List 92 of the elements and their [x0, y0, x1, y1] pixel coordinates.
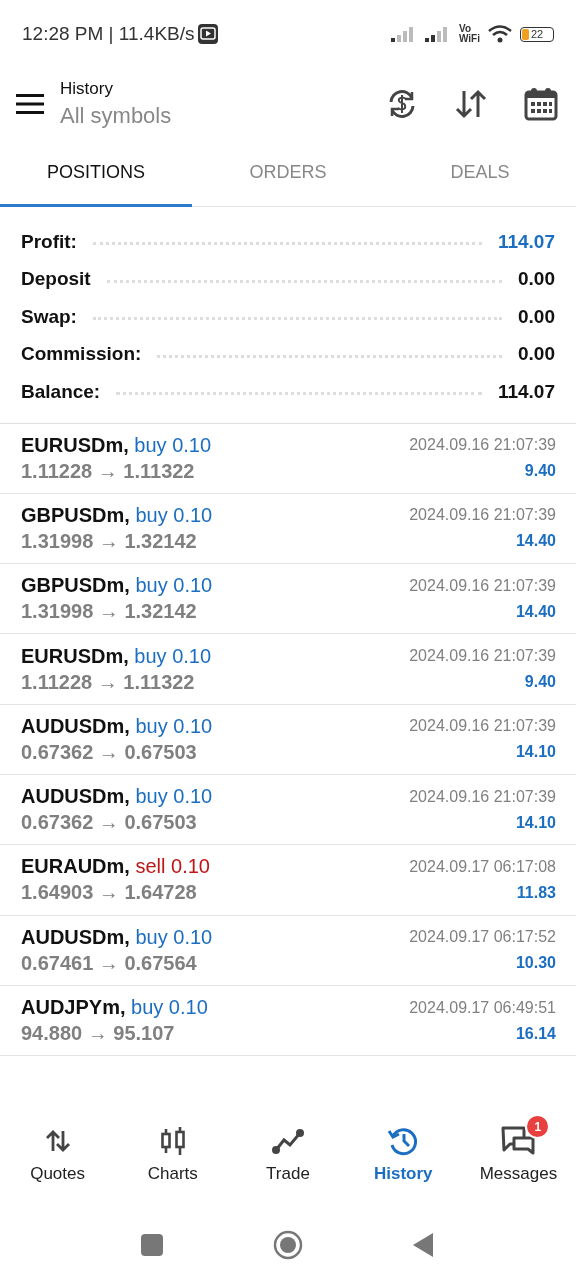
price-range: 1.31998 → 1.32142	[21, 529, 198, 553]
tab[interactable]: DEALS	[384, 140, 576, 207]
summary-label: Balance:	[21, 380, 101, 403]
position-row[interactable]: AUDUSDm, buy 0.10 0.67362 → 0.67503 2024.09.16 21:07:39 14.10	[0, 704, 576, 775]
symbol-label: AUDUSDm,	[21, 785, 130, 808]
candlestick-icon	[159, 1127, 186, 1155]
order-type: buy 0.10	[134, 433, 212, 456]
price-range: 94.880 → 95.107	[21, 1022, 176, 1045]
arrows-icon	[44, 1129, 71, 1153]
position-time: 2024.09.16 21:07:39	[409, 576, 556, 595]
recents-button[interactable]	[141, 1234, 163, 1256]
symbol-filter[interactable]: All symbols	[60, 103, 386, 129]
summary-label: Deposit	[21, 268, 91, 291]
symbol-label: GBPUSDm,	[21, 574, 130, 597]
price-range: 0.67362 → 0.67503	[21, 740, 198, 764]
position-profit: 16.14	[515, 1024, 556, 1043]
symbol-label: AUDUSDm,	[21, 925, 130, 948]
network-label: Vo	[459, 24, 473, 34]
nav-tab[interactable]: 1 Messages	[460, 1110, 576, 1210]
tab[interactable]: POSITIONS	[0, 140, 192, 207]
position-row[interactable]: AUDJPYm, buy 0.10 94.880 → 95.107 2024.09.17 06:49:51 16.14	[0, 985, 576, 1057]
summary-value: 0.00	[518, 305, 555, 328]
position-time: 2024.09.16 21:07:39	[409, 647, 556, 666]
symbol-label: AUDJPYm,	[21, 996, 126, 1018]
screen-title: History	[60, 79, 114, 99]
position-profit: 9.40	[524, 673, 556, 692]
position-time: 2024.09.16 21:07:39	[409, 717, 556, 736]
order-type: buy 0.10	[135, 574, 213, 597]
history-icon	[387, 1126, 420, 1156]
position-profit: 11.83	[516, 883, 556, 902]
nav-tab[interactable]: History	[345, 1110, 461, 1210]
menu-button[interactable]	[16, 93, 44, 115]
nav-tab[interactable]: Quotes	[0, 1110, 116, 1210]
price-range: 1.64903 → 1.64728	[21, 881, 198, 905]
order-type: buy 0.10	[131, 996, 208, 1018]
status-text: 12:28 PM | 11.4KB/s	[22, 23, 195, 45]
chat-icon	[500, 1125, 537, 1157]
summary-value: 0.00	[518, 343, 555, 366]
nav-tab[interactable]: Charts	[115, 1110, 231, 1210]
tab[interactable]: ORDERS	[192, 140, 384, 207]
symbol-label: EURUSDm,	[21, 644, 129, 667]
order-type: sell 0.10	[135, 855, 210, 878]
symbol-label: EURUSDm,	[21, 433, 129, 456]
position-row[interactable]: EURUSDm, buy 0.10 1.11228 → 1.11322 2024.09.16 21:07:39 9.40	[0, 423, 576, 494]
position-time: 2024.09.17 06:49:51	[409, 998, 556, 1017]
home-button[interactable]	[273, 1230, 303, 1260]
nav-tab[interactable]: Trade	[230, 1110, 346, 1210]
position-row[interactable]: GBPUSDm, buy 0.10 1.31998 → 1.32142 2024.09.16 21:07:39 14.40	[0, 564, 576, 635]
position-profit: 14.40	[515, 532, 556, 551]
order-type: buy 0.10	[135, 925, 213, 948]
position-profit: 14.10	[515, 813, 556, 832]
video-icon	[197, 24, 218, 44]
back-button[interactable]	[413, 1233, 435, 1257]
wifi-icon	[488, 25, 512, 43]
summary-value: 0.00	[518, 268, 555, 291]
order-type: buy 0.10	[135, 503, 213, 526]
summary-value: 114.07	[497, 230, 555, 253]
line-chart-icon	[271, 1127, 305, 1155]
symbol-label: EURAUDm,	[21, 855, 130, 878]
position-time: 2024.09.16 21:07:39	[409, 436, 556, 455]
sort-button[interactable]	[454, 88, 488, 120]
position-profit: 14.10	[515, 743, 556, 762]
summary-label: Swap:	[21, 305, 77, 328]
position-time: 2024.09.17 06:17:52	[409, 928, 556, 947]
position-row[interactable]: AUDUSDm, buy 0.10 0.67461 → 0.67564 2024.09.17 06:17:52 10.30	[0, 915, 576, 986]
summary-label: Commission:	[21, 343, 142, 366]
position-time: 2024.09.17 06:17:08	[409, 857, 556, 876]
position-profit: 10.30	[515, 954, 556, 973]
price-range: 0.67461 → 0.67564	[21, 951, 198, 975]
order-type: buy 0.10	[135, 785, 213, 808]
position-profit: 9.40	[524, 462, 556, 481]
price-range: 1.31998 → 1.32142	[21, 600, 198, 624]
position-profit: 14.40	[515, 602, 556, 621]
position-time: 2024.09.16 21:07:39	[409, 506, 556, 525]
summary-value: 114.07	[497, 380, 555, 403]
battery-icon: 22	[520, 26, 554, 42]
summary-label: Profit:	[21, 230, 77, 253]
network-label: WiFi	[459, 34, 480, 44]
notification-badge: 1	[525, 1114, 551, 1139]
position-row[interactable]: EURAUDm, sell 0.10 1.64903 → 1.64728 2024.09.17 06:17:08 11.83	[0, 845, 576, 916]
position-time: 2024.09.16 21:07:39	[409, 787, 556, 806]
position-row[interactable]: AUDUSDm, buy 0.10 0.67362 → 0.67503 2024.09.16 21:07:39 14.10	[0, 775, 576, 846]
position-row[interactable]: EURUSDm, buy 0.10 1.11228 → 1.11322 2024.09.16 21:07:39 9.40	[0, 634, 576, 705]
symbol-label: AUDUSDm,	[21, 714, 130, 737]
order-type: buy 0.10	[134, 644, 212, 667]
price-range: 0.67362 → 0.67503	[21, 811, 198, 835]
price-range: 1.11228 → 1.11322	[21, 670, 196, 694]
symbol-label: GBPUSDm,	[21, 503, 130, 526]
position-row[interactable]: GBPUSDm, buy 0.10 1.31998 → 1.32142 2024.09.16 21:07:39 14.40	[0, 493, 576, 565]
price-range: 1.11228 → 1.11322	[21, 459, 196, 483]
order-type: buy 0.10	[135, 714, 213, 737]
calendar-button[interactable]	[524, 87, 558, 121]
